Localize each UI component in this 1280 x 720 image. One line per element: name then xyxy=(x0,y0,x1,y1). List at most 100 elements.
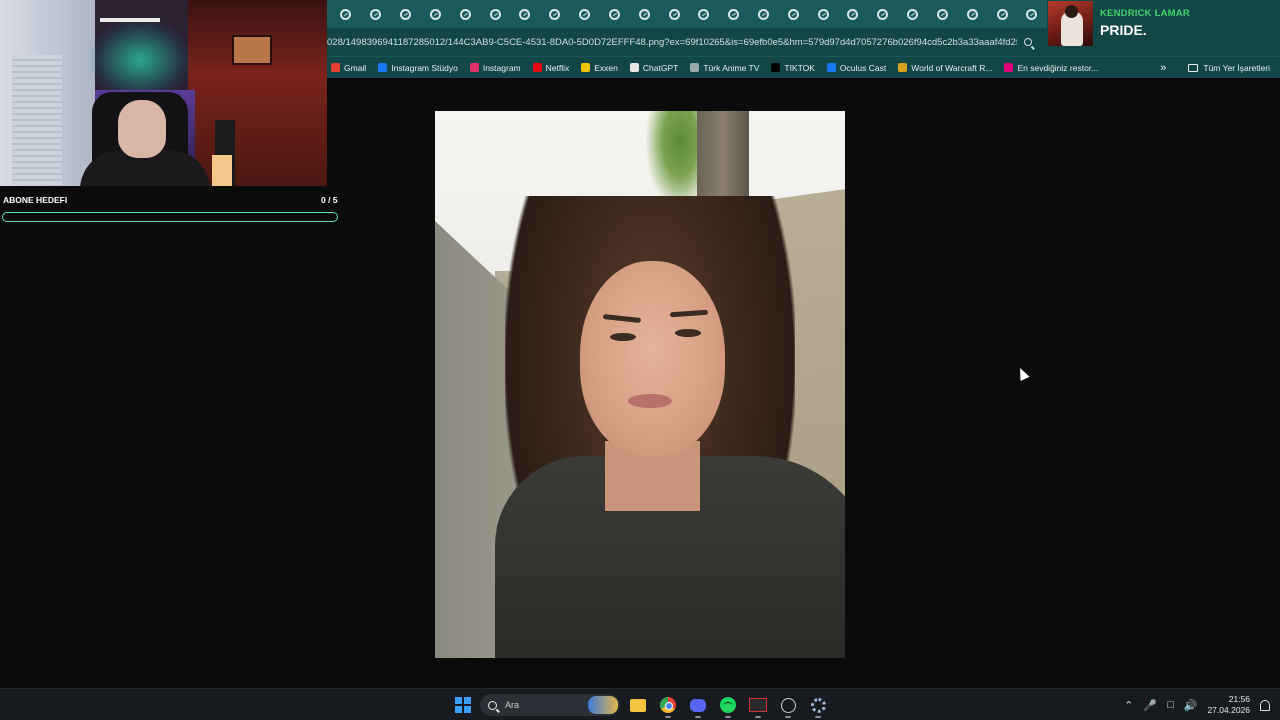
bookmark-label: Instagram xyxy=(482,62,521,73)
browser-tab[interactable] xyxy=(928,0,958,28)
taskbar: Ara ⌃ 🎤 □ 🔊 21:56 27.04.2026 xyxy=(0,688,1280,720)
browser-tab[interactable] xyxy=(420,0,450,28)
browser-tab[interactable] xyxy=(838,0,868,28)
screen: 028/1498396941187285012/144C3AB9-C5CE-45… xyxy=(0,0,1280,720)
subscriber-goal-count: 0 / 5 xyxy=(321,195,338,205)
browser-tab[interactable] xyxy=(719,0,749,28)
mouse-cursor-icon xyxy=(1015,365,1030,381)
chrome-icon xyxy=(660,697,676,713)
url-text[interactable]: 028/1498396941187285012/144C3AB9-C5CE-45… xyxy=(327,37,1017,48)
discord-button[interactable] xyxy=(686,693,710,718)
browser-tab[interactable] xyxy=(749,0,779,28)
subscriber-goal-label: ABONE HEDEFI xyxy=(3,195,68,205)
discord-favicon-icon xyxy=(608,8,620,20)
discord-favicon-icon xyxy=(489,8,501,20)
bookmark-item[interactable]: Instagram Stüdyo xyxy=(378,63,458,73)
bookmark-label: Exxen xyxy=(594,62,618,73)
search-icon xyxy=(488,700,497,710)
bookmark-label: En sevdiğiniz restor... xyxy=(1017,62,1099,73)
bookmark-label: Oculus Cast xyxy=(839,62,887,73)
discord-favicon-icon xyxy=(459,8,471,20)
browser-tab[interactable] xyxy=(1017,0,1047,28)
browser-tab[interactable] xyxy=(361,0,391,28)
browser-tab[interactable] xyxy=(450,0,480,28)
browser-tab[interactable] xyxy=(570,0,600,28)
now-playing-artist: KENDRICK LAMAR xyxy=(1100,8,1190,19)
discord-favicon-icon xyxy=(758,8,769,20)
browser-tab[interactable] xyxy=(510,0,540,28)
discord-icon xyxy=(690,698,706,712)
clock-time: 21:56 xyxy=(1228,694,1250,704)
network-icon[interactable]: □ xyxy=(1167,699,1174,711)
tiktok-icon xyxy=(771,63,781,72)
browser-tab[interactable] xyxy=(540,0,570,28)
bookmark-label: TIKTOK xyxy=(784,62,815,73)
bookmark-item[interactable]: Netflix xyxy=(532,63,569,73)
browser-tab-strip xyxy=(327,0,1047,28)
bookmark-item[interactable]: ChatGPT xyxy=(629,62,679,73)
browser-tab[interactable] xyxy=(868,0,898,28)
bookmarks-bar: Gmail Instagram Stüdyo Instagram Netflix Exx… xyxy=(327,56,1280,78)
discord-favicon-icon xyxy=(549,8,561,20)
taskbar-clock[interactable]: 21:56 27.04.2026 xyxy=(1207,694,1250,716)
webcam-overlay xyxy=(0,0,327,186)
discord-favicon-icon xyxy=(519,8,531,20)
viewed-image[interactable] xyxy=(435,111,845,658)
notification-bell-icon[interactable] xyxy=(1260,699,1270,711)
all-bookmarks-label: Tüm Yer İşaretleri xyxy=(1203,62,1270,73)
settings-button[interactable] xyxy=(806,693,830,718)
discord-favicon-icon xyxy=(668,8,680,20)
start-button[interactable] xyxy=(452,694,474,716)
bookmark-label: Gmail xyxy=(344,62,367,73)
bookmark-label: Instagram Stüdyo xyxy=(391,62,458,73)
browser-tab[interactable] xyxy=(480,0,510,28)
browser-tab[interactable] xyxy=(629,0,659,28)
browser-tab[interactable] xyxy=(331,0,361,28)
clock-icon xyxy=(780,697,796,713)
chrome-button[interactable] xyxy=(656,693,680,718)
bookmark-item[interactable]: En sevdiğiniz restor... xyxy=(1004,63,1098,73)
all-bookmarks-button[interactable]: Tüm Yer İşaretleri xyxy=(1188,63,1270,73)
browser-tab[interactable] xyxy=(778,0,808,28)
browser-tab[interactable] xyxy=(898,0,928,28)
clock-app-button[interactable] xyxy=(776,693,800,718)
meta-icon xyxy=(826,63,836,72)
bookmark-label: ChatGPT xyxy=(642,62,679,73)
chevron-up-icon[interactable]: ⌃ xyxy=(1124,699,1133,712)
discord-favicon-icon xyxy=(787,8,799,20)
taskbar-search[interactable]: Ara xyxy=(480,694,620,716)
clock-date: 27.04.2026 xyxy=(1207,705,1250,715)
zoom-icon[interactable] xyxy=(1021,35,1035,49)
browser-tab[interactable] xyxy=(987,0,1017,28)
address-bar[interactable]: 028/1498396941187285012/144C3AB9-C5CE-45… xyxy=(327,28,1047,56)
discord-favicon-icon xyxy=(698,8,710,20)
browser-tab[interactable] xyxy=(689,0,719,28)
discord-favicon-icon xyxy=(936,8,948,20)
bookmark-item[interactable]: World of Warcraft R... xyxy=(898,63,992,73)
bookmark-label: World of Warcraft R... xyxy=(911,62,993,73)
bookmark-item[interactable]: Exxen xyxy=(581,63,618,73)
browser-tab[interactable] xyxy=(391,0,421,28)
bookmark-item[interactable]: Instagram xyxy=(469,62,521,73)
gmail-icon xyxy=(331,63,340,72)
browser-tab[interactable] xyxy=(659,0,689,28)
spotify-button[interactable] xyxy=(716,693,740,718)
browser-tab[interactable] xyxy=(957,0,987,28)
file-explorer-button[interactable] xyxy=(626,693,650,717)
bookmark-item[interactable]: Oculus Cast xyxy=(826,62,887,73)
bookmark-item[interactable]: TIKTOK xyxy=(771,63,815,73)
microphone-icon[interactable]: 🎤 xyxy=(1143,699,1157,712)
netflix-icon xyxy=(532,63,542,72)
discord-favicon-icon xyxy=(579,8,591,20)
bookmark-item[interactable]: Gmail xyxy=(331,63,366,73)
volume-icon[interactable]: 🔊 xyxy=(1184,699,1198,712)
meta-icon xyxy=(378,63,388,72)
voicemeeter-button[interactable] xyxy=(746,693,770,718)
browser-tab[interactable] xyxy=(808,0,838,28)
discord-favicon-icon xyxy=(638,8,650,20)
bookmarks-overflow-button[interactable]: » xyxy=(1160,62,1166,74)
browser-tab[interactable] xyxy=(599,0,629,28)
bookmark-item[interactable]: Türk Anime TV xyxy=(690,63,759,73)
discord-favicon-icon xyxy=(996,8,1008,20)
discord-favicon-icon xyxy=(817,8,829,20)
